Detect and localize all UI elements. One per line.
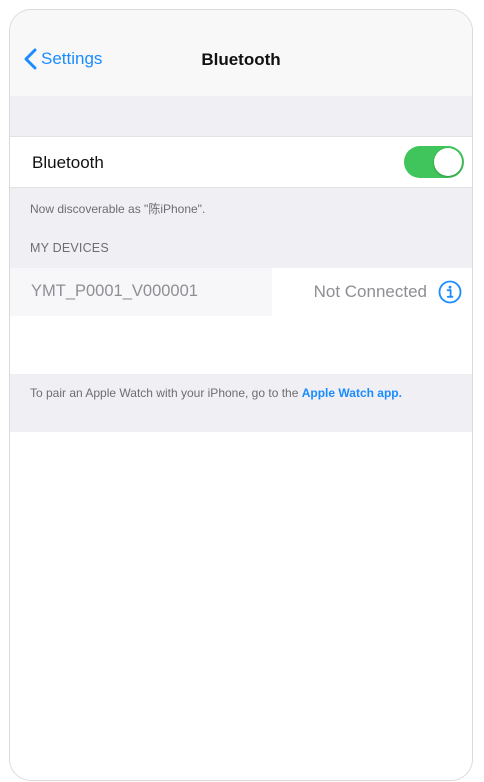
footer-section: To pair an Apple Watch with your iPhone,… [10,374,472,432]
apple-watch-hint: To pair an Apple Watch with your iPhone,… [30,386,450,401]
discoverable-section: Now discoverable as "陈iPhone". MY DEVICE… [10,188,472,268]
section-spacer [10,96,472,136]
bluetooth-label: Bluetooth [32,153,104,172]
bluetooth-toggle-switch[interactable] [404,146,464,178]
bluetooth-toggle-row: Bluetooth [10,136,472,188]
apple-watch-app-link[interactable]: Apple Watch app [302,386,399,400]
apple-watch-hint-period: . [398,386,402,400]
discoverable-text: Now discoverable as "陈iPhone". [30,202,206,216]
page-title: Bluetooth [201,50,281,69]
my-devices-header: MY DEVICES [30,241,109,255]
phone-screen: Settings Bluetooth Bluetooth Now discove… [9,9,473,781]
apple-watch-hint-text: To pair an Apple Watch with your iPhone,… [30,386,302,400]
content-background [10,432,472,780]
device-row[interactable]: YMT_P0001_V000001 Not Connected [10,268,472,316]
toggle-knob [434,148,462,176]
device-name: YMT_P0001_V000001 [31,282,198,300]
navigation-bar: Settings Bluetooth [10,10,472,97]
empty-list-area [10,316,472,374]
info-icon[interactable] [438,280,462,304]
device-status: Not Connected [313,282,427,301]
